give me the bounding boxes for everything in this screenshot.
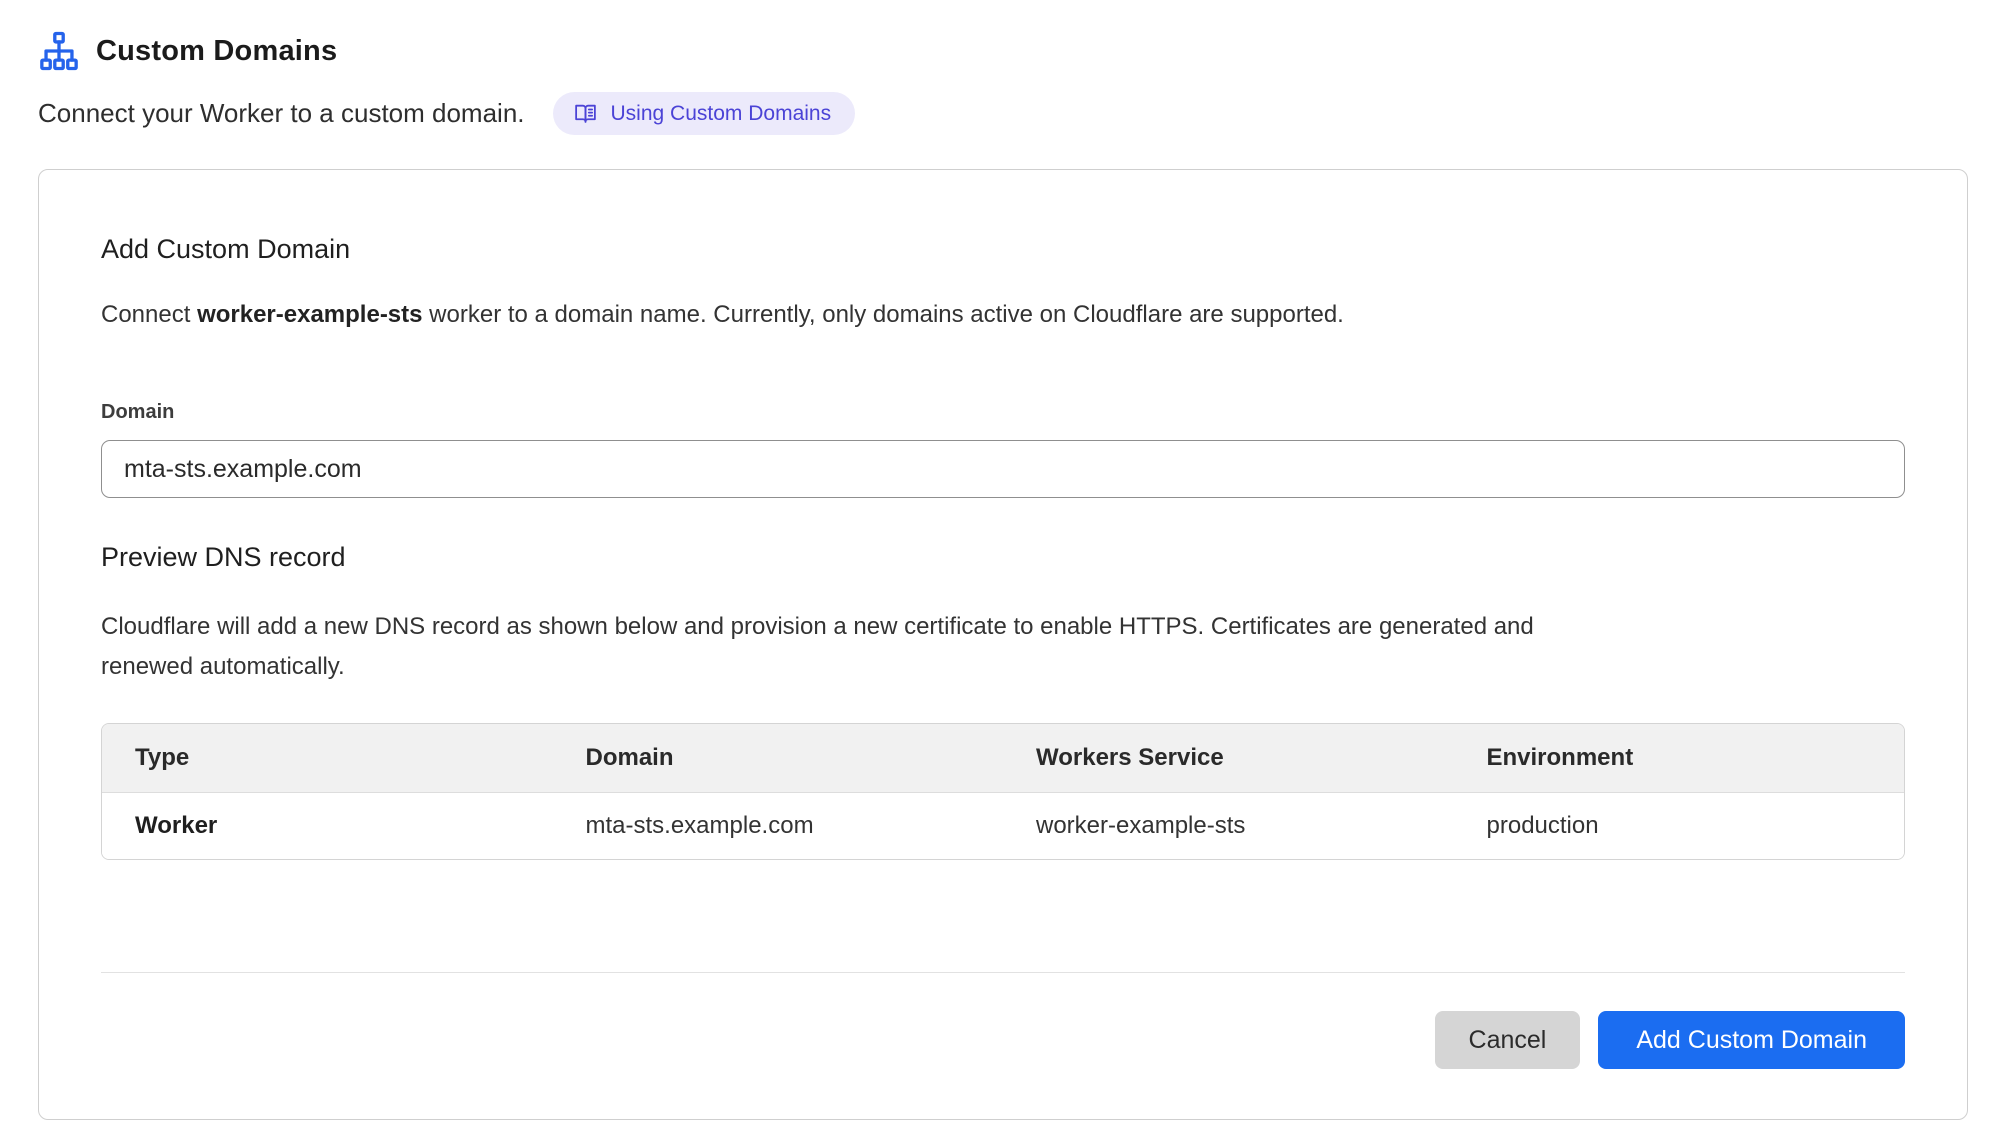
preview-dns-description: Cloudflare will add a new DNS record as … [101,607,1581,687]
cell-environment: production [1454,793,1905,860]
domain-input[interactable] [101,440,1905,498]
custom-domains-page: Custom Domains Connect your Worker to a … [0,0,1999,1148]
add-custom-domain-button[interactable]: Add Custom Domain [1598,1011,1905,1069]
domain-label: Domain [101,401,1905,424]
worker-name: worker-example-sts [197,301,422,328]
table-header-row: Type Domain Workers Service Environment [102,724,1904,793]
column-header-domain: Domain [553,724,1004,793]
column-header-type: Type [102,724,553,793]
cell-workers-service: worker-example-sts [1003,793,1454,860]
dns-preview-table: Type Domain Workers Service Environment … [101,723,1905,860]
docs-link-using-custom-domains[interactable]: Using Custom Domains [553,92,856,135]
docs-link-label: Using Custom Domains [611,102,832,126]
add-custom-domain-card: Add Custom Domain Connect worker-example… [38,169,1968,1120]
table-row: Worker mta-sts.example.com worker-exampl… [102,793,1904,860]
cell-type: Worker [102,793,553,860]
column-header-environment: Environment [1454,724,1905,793]
card-actions: Cancel Add Custom Domain [101,1011,1905,1069]
page-header: Custom Domains Connect your Worker to a … [0,0,1999,135]
sitemap-icon [38,30,80,72]
page-title: Custom Domains [96,35,337,68]
preview-dns-heading: Preview DNS record [101,542,1905,573]
intro-prefix: Connect [101,301,197,328]
cell-domain: mta-sts.example.com [553,793,1004,860]
column-header-workers-service: Workers Service [1003,724,1454,793]
card-intro-text: Connect worker-example-sts worker to a d… [101,299,1905,331]
intro-suffix: worker to a domain name. Currently, only… [423,301,1344,328]
footer-divider [101,972,1905,973]
card-heading: Add Custom Domain [101,234,1905,265]
page-subtitle: Connect your Worker to a custom domain. [38,98,525,129]
cancel-button[interactable]: Cancel [1435,1011,1581,1069]
open-book-icon [573,101,598,126]
